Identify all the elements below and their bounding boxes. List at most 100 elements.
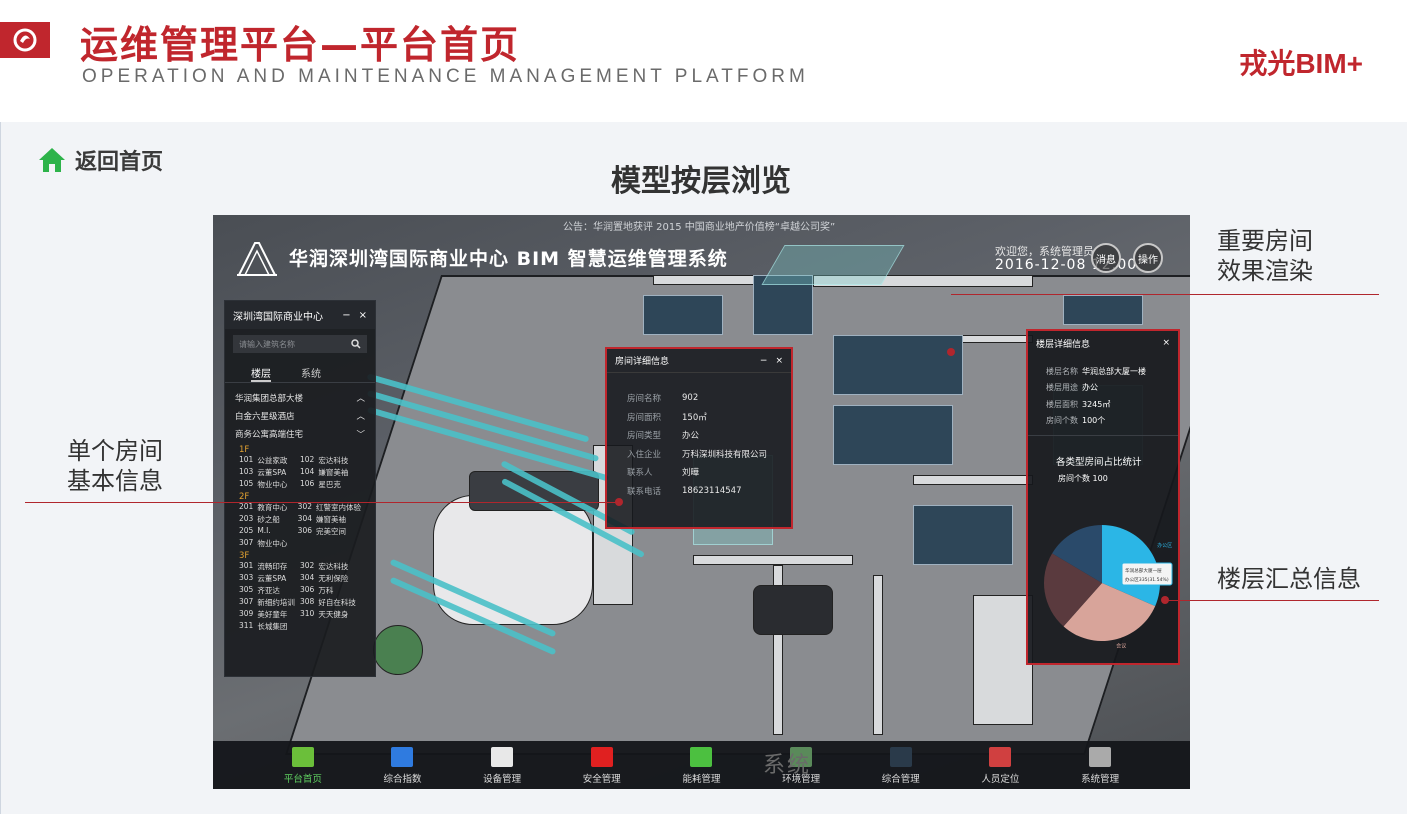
building-item[interactable]: 华润集团总部大楼 ︿ [225, 389, 375, 407]
close-icon[interactable]: × [775, 356, 783, 366]
room-list-item[interactable]: 106 星巴克 [300, 479, 361, 490]
room-name: 物业中心 [257, 539, 288, 548]
room-name: M.I. [257, 526, 271, 535]
tab-systems[interactable]: 系统 [301, 365, 321, 382]
close-icon[interactable]: × [1162, 338, 1170, 348]
floor-heading[interactable]: 3F [225, 549, 375, 561]
room-list-item[interactable]: 203 砂之船 [239, 514, 298, 525]
nav-item-battery[interactable]: 能耗管理 [666, 747, 736, 785]
nav-item-index-chart[interactable]: 综合指数 [367, 747, 437, 785]
room-list-item[interactable]: 101 公益家政 [239, 455, 300, 466]
meeting-table [753, 585, 833, 635]
callout-line-1: 单个房间 [67, 437, 163, 465]
nav-item-monitor[interactable]: 综合管理 [866, 747, 936, 785]
stat-title: 各类型房间占比统计 [1056, 457, 1142, 468]
minimize-icon[interactable]: − [342, 310, 350, 321]
room-list-item[interactable]: 308 好自在科技 [300, 597, 361, 608]
room-list-item[interactable]: 105 物业中心 [239, 479, 300, 490]
tab-floors[interactable]: 楼层 [251, 365, 271, 382]
room-count-value: 100 [1092, 474, 1108, 483]
room-list-item[interactable]: 306 完美空间 [298, 526, 361, 537]
room-grid: 301 流畅印存 302 宏达科技 303 云董SPA 304 无利保险 305 齐亚达 306 万科… [225, 561, 375, 632]
nav-item-label: 平台首页 [283, 774, 322, 785]
room-number: 307 [239, 538, 254, 547]
info-value: 办公 [682, 431, 700, 442]
room-list-item[interactable]: 302 红警室内体验 [298, 502, 361, 513]
room-list-item[interactable]: 307 新细约培训 [239, 597, 300, 608]
room-list-item[interactable]: 306 万科 [300, 585, 361, 596]
office-cubicles [913, 505, 1013, 565]
room-list-item[interactable]: 309 美好童年 [239, 609, 300, 620]
search-icon[interactable] [351, 339, 361, 349]
room-list-item[interactable]: 311 长城集团 [239, 621, 300, 632]
callout-floor-summary: 楼层汇总信息 [1217, 565, 1361, 593]
message-button[interactable]: 消息 [1091, 243, 1121, 273]
building-item[interactable]: 商务公寓高端住宅 ﹀ [225, 425, 375, 443]
panel-title: 深圳湾国际商业中心 [233, 311, 323, 323]
room-number: 205 [239, 526, 254, 535]
room-name: 砂之船 [257, 515, 280, 524]
floor-detail-panel: 楼层详细信息 × 楼层名称 华润总部大厦一楼 楼层用途 办公 楼层面积 3245㎡ 房间个数… [1026, 329, 1180, 665]
panel-header: 深圳湾国际商业中心 − × [225, 301, 375, 329]
room-list-item[interactable]: 304 无利保险 [300, 573, 361, 584]
building-label: 商务公寓高端住宅 [235, 430, 304, 440]
room-list-item[interactable]: 304 嫌窗美袖 [298, 514, 361, 525]
info-key: 房间个数 [1046, 416, 1078, 426]
operate-button[interactable]: 操作 [1133, 243, 1163, 273]
chevron-up-icon: ︿ [356, 412, 365, 422]
info-row: 楼层用途 办公 [1046, 380, 1178, 397]
floor-heading[interactable]: 2F [225, 490, 375, 502]
nav-item-platform-home[interactable]: 平台首页 [268, 747, 338, 785]
map-pin-icon [989, 747, 1012, 767]
room-list-item[interactable]: 301 流畅印存 [239, 561, 300, 572]
nav-item-alarm[interactable]: 安全管理 [567, 747, 637, 785]
section-title: 模型按层浏览 [611, 164, 791, 199]
minimize-icon[interactable]: − [760, 356, 768, 366]
room-number: 301 [239, 561, 254, 570]
room-list-item[interactable]: 205 M.I. [239, 526, 298, 537]
panel-title: 楼层详细信息 [1036, 339, 1091, 350]
floor-heading[interactable]: 1F [225, 443, 375, 455]
room-name: 无利保险 [318, 574, 349, 583]
battery-icon [690, 747, 713, 767]
nav-item-label: 系统管理 [1081, 774, 1120, 785]
room-number: 302 [297, 502, 312, 511]
info-key: 入住企业 [627, 449, 662, 460]
room-name: 嫌窗美袖 [316, 515, 346, 524]
office-cubicles [643, 295, 723, 335]
close-icon[interactable]: × [359, 310, 367, 321]
nav-item-device[interactable]: 设备管理 [467, 747, 537, 785]
room-list-item[interactable]: 307 物业中心 [239, 538, 298, 549]
info-value: 18623114547 [682, 485, 742, 496]
room-list-item[interactable]: 104 嫌窗美袖 [300, 467, 361, 478]
info-value: 办公 [1082, 383, 1098, 393]
room-name: 美好童年 [257, 610, 288, 619]
tooltip-text: 办公区335(31.54%) [1125, 576, 1169, 583]
room-number: 309 [239, 609, 254, 618]
room-list-item[interactable]: 103 云董SPA [239, 467, 300, 478]
room-list-item[interactable]: 102 宏达科技 [300, 455, 361, 466]
room-list-item[interactable]: 305 齐亚达 [239, 585, 300, 596]
info-value: 3245㎡ [1082, 399, 1111, 409]
room-number: 101 [239, 455, 254, 464]
glass-partition [761, 245, 905, 285]
wall [913, 475, 1033, 485]
room-number: 201 [239, 502, 254, 511]
info-row: 房间个数 100个 [1046, 413, 1178, 430]
nav-item-system-gear[interactable]: 系统管理 [1065, 747, 1135, 785]
building-item[interactable]: 白金六星级酒店 ︿ [225, 407, 375, 425]
room-type-pie-chart[interactable]: 办公区会议 华润总部大厦一层办公区335(31.54%) [1036, 491, 1176, 661]
info-value: 150㎡ [682, 412, 707, 423]
info-value: 万科深圳科技有限公司 [682, 449, 768, 460]
building-search-input[interactable] [239, 339, 349, 349]
platform-home-icon [291, 747, 314, 767]
room-list-item[interactable]: 303 云董SPA [239, 573, 300, 584]
room-number: 310 [300, 609, 315, 618]
room-list-item[interactable]: 201 教育中心 [239, 502, 298, 513]
room-list-item[interactable]: 302 宏达科技 [300, 561, 361, 572]
room-list-item[interactable]: 310 天天健身 [300, 609, 361, 620]
nav-item-map-pin[interactable]: 人员定位 [965, 747, 1035, 785]
room-number: 304 [297, 514, 312, 523]
room-name: 长城集团 [257, 622, 288, 631]
room-grid: 201 教育中心 302 红警室内体验 203 砂之船 304 嫌窗美袖 205 M.I. 306 完… [225, 502, 375, 549]
